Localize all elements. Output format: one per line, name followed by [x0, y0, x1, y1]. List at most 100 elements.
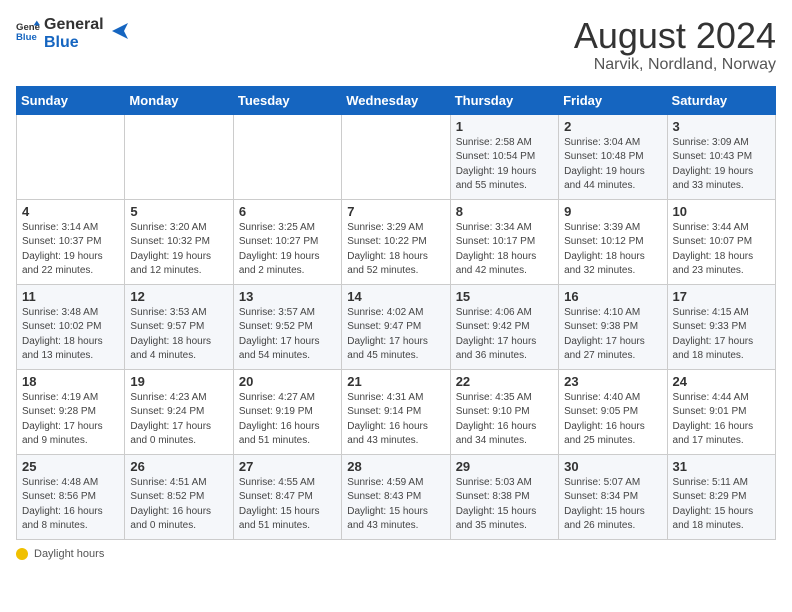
day-number: 30 — [564, 459, 661, 474]
day-info: Sunrise: 5:07 AM Sunset: 8:34 PM Dayligh… — [564, 476, 661, 534]
day-number: 2 — [564, 119, 661, 134]
calendar-week-row: 1 Sunrise: 2:58 AM Sunset: 10:54 PM Dayli… — [17, 114, 776, 199]
daylight-label: Daylight hours — [34, 548, 104, 560]
calendar-cell: 14 Sunrise: 4:02 AM Sunset: 9:47 PM Dayli… — [342, 284, 450, 369]
calendar-cell: 21 Sunrise: 4:31 AM Sunset: 9:14 PM Dayli… — [342, 369, 450, 454]
col-header-thursday: Thursday — [450, 86, 558, 114]
day-info: Sunrise: 4:35 AM Sunset: 9:10 PM Dayligh… — [456, 391, 553, 449]
day-number: 28 — [347, 459, 444, 474]
day-number: 21 — [347, 374, 444, 389]
day-info: Sunrise: 3:25 AM Sunset: 10:27 PM Daylig… — [239, 221, 336, 279]
day-info: Sunrise: 5:11 AM Sunset: 8:29 PM Dayligh… — [673, 476, 770, 534]
day-number: 17 — [673, 289, 770, 304]
calendar-cell: 27 Sunrise: 4:55 AM Sunset: 8:47 PM Dayli… — [233, 454, 341, 539]
calendar-cell: 31 Sunrise: 5:11 AM Sunset: 8:29 PM Dayli… — [667, 454, 775, 539]
day-number: 31 — [673, 459, 770, 474]
calendar-cell: 26Sunrise: 4:51 AM Sunset: 8:52 PM Dayli… — [125, 454, 233, 539]
calendar-cell: 7 Sunrise: 3:29 AM Sunset: 10:22 PM Dayli… — [342, 199, 450, 284]
day-info: Sunrise: 3:48 AM Sunset: 10:02 PM Daylig… — [22, 306, 119, 364]
calendar-table: SundayMondayTuesdayWednesdayThursdayFrid… — [16, 86, 776, 540]
day-info: Sunrise: 3:14 AM Sunset: 10:37 PM Daylig… — [22, 221, 119, 279]
day-info: Sunrise: 4:55 AM Sunset: 8:47 PM Dayligh… — [239, 476, 336, 534]
calendar-cell: 9 Sunrise: 3:39 AM Sunset: 10:12 PM Dayli… — [559, 199, 667, 284]
calendar-cell: 25 Sunrise: 4:48 AM Sunset: 8:56 PM Dayli… — [17, 454, 125, 539]
day-info: Sunrise: 3:39 AM Sunset: 10:12 PM Daylig… — [564, 221, 661, 279]
calendar-cell: 2 Sunrise: 3:04 AM Sunset: 10:48 PM Dayli… — [559, 114, 667, 199]
calendar-header-row: SundayMondayTuesdayWednesdayThursdayFrid… — [17, 86, 776, 114]
calendar-cell: 28Sunrise: 4:59 AM Sunset: 8:43 PM Dayli… — [342, 454, 450, 539]
day-number: 19 — [130, 374, 227, 389]
calendar-week-row: 11Sunrise: 3:48 AM Sunset: 10:02 PM Dayl… — [17, 284, 776, 369]
page-title: August 2024 — [574, 16, 776, 56]
day-number: 6 — [239, 204, 336, 219]
calendar-cell: 15Sunrise: 4:06 AM Sunset: 9:42 PM Dayli… — [450, 284, 558, 369]
day-number: 20 — [239, 374, 336, 389]
day-number: 9 — [564, 204, 661, 219]
calendar-cell: 4 Sunrise: 3:14 AM Sunset: 10:37 PM Dayli… — [17, 199, 125, 284]
calendar-cell — [233, 114, 341, 199]
col-header-saturday: Saturday — [667, 86, 775, 114]
day-info: Sunrise: 4:02 AM Sunset: 9:47 PM Dayligh… — [347, 306, 444, 364]
logo: General Blue General Blue — [16, 16, 130, 51]
day-number: 14 — [347, 289, 444, 304]
calendar-cell: 19 Sunrise: 4:23 AM Sunset: 9:24 PM Dayli… — [125, 369, 233, 454]
header: General Blue General Blue August 2024 Na… — [16, 16, 776, 74]
day-info: Sunrise: 3:29 AM Sunset: 10:22 PM Daylig… — [347, 221, 444, 279]
day-number: 18 — [22, 374, 119, 389]
calendar-cell: 18Sunrise: 4:19 AM Sunset: 9:28 PM Dayli… — [17, 369, 125, 454]
day-info: Sunrise: 3:09 AM Sunset: 10:43 PM Daylig… — [673, 136, 770, 194]
day-info: Sunrise: 2:58 AM Sunset: 10:54 PM Daylig… — [456, 136, 553, 194]
col-header-friday: Friday — [559, 86, 667, 114]
calendar-cell: 20Sunrise: 4:27 AM Sunset: 9:19 PM Dayli… — [233, 369, 341, 454]
day-number: 29 — [456, 459, 553, 474]
calendar-cell: 16Sunrise: 4:10 AM Sunset: 9:38 PM Dayli… — [559, 284, 667, 369]
day-info: Sunrise: 5:03 AM Sunset: 8:38 PM Dayligh… — [456, 476, 553, 534]
day-number: 25 — [22, 459, 119, 474]
day-number: 1 — [456, 119, 553, 134]
svg-text:Blue: Blue — [16, 32, 37, 43]
day-info: Sunrise: 4:23 AM Sunset: 9:24 PM Dayligh… — [130, 391, 227, 449]
day-info: Sunrise: 3:04 AM Sunset: 10:48 PM Daylig… — [564, 136, 661, 194]
daylight-icon — [16, 548, 28, 560]
day-info: Sunrise: 3:53 AM Sunset: 9:57 PM Dayligh… — [130, 306, 227, 364]
col-header-sunday: Sunday — [17, 86, 125, 114]
calendar-cell: 10 Sunrise: 3:44 AM Sunset: 10:07 PM Dayl… — [667, 199, 775, 284]
calendar-cell — [17, 114, 125, 199]
calendar-cell — [342, 114, 450, 199]
logo-arrow-icon — [110, 21, 130, 41]
title-section: August 2024 Narvik, Nordland, Norway — [574, 16, 776, 74]
legend: Daylight hours — [16, 548, 776, 560]
day-info: Sunrise: 3:44 AM Sunset: 10:07 PM Daylig… — [673, 221, 770, 279]
calendar-cell: 23Sunrise: 4:40 AM Sunset: 9:05 PM Dayli… — [559, 369, 667, 454]
page-subtitle: Narvik, Nordland, Norway — [574, 56, 776, 74]
day-number: 4 — [22, 204, 119, 219]
day-info: Sunrise: 3:57 AM Sunset: 9:52 PM Dayligh… — [239, 306, 336, 364]
calendar-week-row: 18Sunrise: 4:19 AM Sunset: 9:28 PM Dayli… — [17, 369, 776, 454]
col-header-monday: Monday — [125, 86, 233, 114]
day-info: Sunrise: 4:31 AM Sunset: 9:14 PM Dayligh… — [347, 391, 444, 449]
calendar-cell: 30 Sunrise: 5:07 AM Sunset: 8:34 PM Dayli… — [559, 454, 667, 539]
day-info: Sunrise: 4:06 AM Sunset: 9:42 PM Dayligh… — [456, 306, 553, 364]
day-number: 26 — [130, 459, 227, 474]
day-info: Sunrise: 3:20 AM Sunset: 10:32 PM Daylig… — [130, 221, 227, 279]
day-number: 7 — [347, 204, 444, 219]
calendar-cell: 17 Sunrise: 4:15 AM Sunset: 9:33 PM Dayli… — [667, 284, 775, 369]
day-number: 16 — [564, 289, 661, 304]
day-info: Sunrise: 4:48 AM Sunset: 8:56 PM Dayligh… — [22, 476, 119, 534]
logo-blue-text: Blue — [44, 34, 104, 52]
calendar-cell: 5 Sunrise: 3:20 AM Sunset: 10:32 PM Dayli… — [125, 199, 233, 284]
day-number: 23 — [564, 374, 661, 389]
day-number: 5 — [130, 204, 227, 219]
calendar-cell: 6 Sunrise: 3:25 AM Sunset: 10:27 PM Dayli… — [233, 199, 341, 284]
day-number: 12 — [130, 289, 227, 304]
day-info: Sunrise: 4:15 AM Sunset: 9:33 PM Dayligh… — [673, 306, 770, 364]
calendar-cell: 24Sunrise: 4:44 AM Sunset: 9:01 PM Dayli… — [667, 369, 775, 454]
calendar-cell: 1 Sunrise: 2:58 AM Sunset: 10:54 PM Dayli… — [450, 114, 558, 199]
day-number: 13 — [239, 289, 336, 304]
col-header-wednesday: Wednesday — [342, 86, 450, 114]
calendar-week-row: 4 Sunrise: 3:14 AM Sunset: 10:37 PM Dayli… — [17, 199, 776, 284]
day-number: 27 — [239, 459, 336, 474]
day-number: 10 — [673, 204, 770, 219]
day-number: 3 — [673, 119, 770, 134]
calendar-cell: 22Sunrise: 4:35 AM Sunset: 9:10 PM Dayli… — [450, 369, 558, 454]
